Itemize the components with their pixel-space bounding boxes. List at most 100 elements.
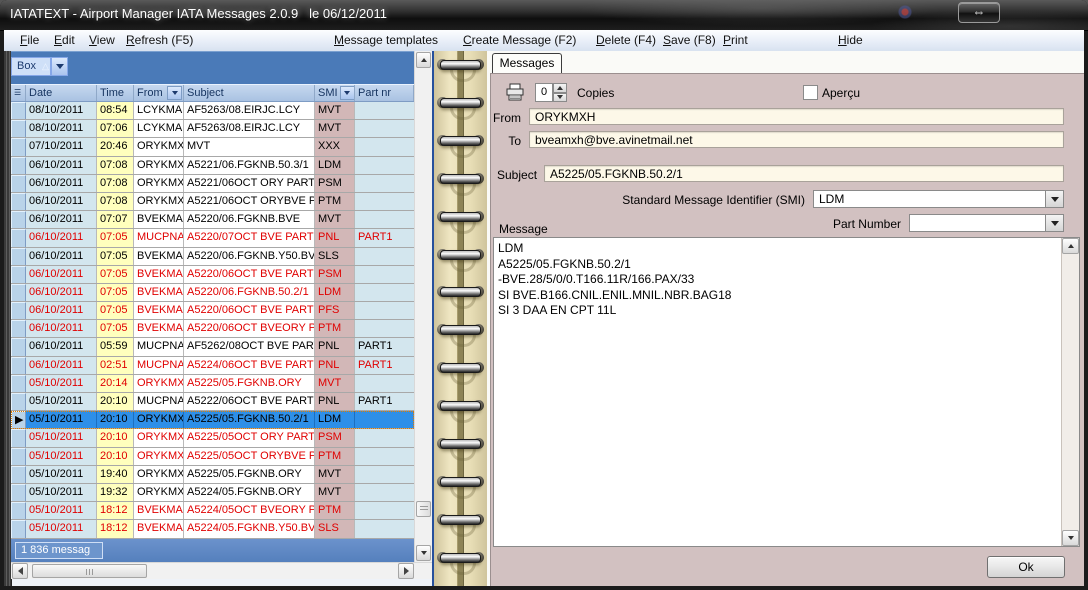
row-selector[interactable] (11, 248, 26, 265)
column-header-time[interactable]: Time (97, 85, 134, 101)
subject-field[interactable]: A5225/05.FGKNB.50.2/1 (544, 165, 1064, 182)
table-row[interactable]: ▶05/10/201120:10ORYKMXA5225/05.FGKNB.50.… (11, 411, 414, 429)
table-row[interactable]: 06/10/201107:05BVEKMAIA5220/06OCT BVEORY… (11, 320, 414, 338)
from-filter-dropdown-button[interactable] (167, 86, 182, 100)
row-selector[interactable] (11, 120, 26, 137)
table-row[interactable]: 06/10/201107:05BVEKMAIA5220/06.FGKNB.50.… (11, 284, 414, 302)
row-selector[interactable] (11, 375, 26, 392)
message-scroll-down-button[interactable] (1062, 530, 1079, 546)
row-selector[interactable] (11, 448, 26, 465)
menu-item-refresh-f5[interactable]: Refresh (F5) (126, 33, 193, 47)
vertical-scroll-thumb[interactable] (416, 501, 431, 517)
row-selector[interactable] (11, 138, 26, 155)
table-row[interactable]: 08/10/201108:54LCYKMAFAF5263/08.EIRJC.LC… (11, 102, 414, 120)
row-selector[interactable] (11, 357, 26, 374)
horizontal-scroll-thumb[interactable] (32, 564, 147, 578)
header-icon-cell[interactable]: ☰ (11, 85, 26, 101)
row-selector[interactable] (11, 175, 26, 192)
scroll-right-button[interactable] (398, 563, 414, 579)
message-body-text[interactable]: LDM A5225/05.FGKNB.50.2/1 -BVE.28/5/0/0.… (498, 241, 1059, 544)
row-selector[interactable] (11, 211, 26, 228)
column-header-date[interactable]: Date (26, 85, 97, 101)
resize-button[interactable]: ⇔ (958, 2, 1000, 23)
table-row[interactable]: 06/10/201107:05BVEKMAIA5220/06.FGKNB.Y50… (11, 248, 414, 266)
menu-item-save-f8[interactable]: Save (F8) (663, 33, 716, 47)
box-filter-combo[interactable]: Box △ (11, 57, 68, 76)
from-field[interactable]: ORYKMXH (529, 108, 1064, 125)
horizontal-scrollbar[interactable] (11, 562, 432, 579)
table-row[interactable]: 06/10/201107:08ORYKMXA5221/06.FGKNB.50.3… (11, 157, 414, 175)
row-selector[interactable] (11, 157, 26, 174)
table-row[interactable]: 06/10/201105:59MUCPNAAF5262/08OCT BVE PA… (11, 338, 414, 356)
table-row[interactable]: 05/10/201120:10ORYKMXA5225/05OCT ORY PAR… (11, 429, 414, 447)
table-row[interactable]: 06/10/201107:05MUCPNAA5220/07OCT BVE PAR… (11, 229, 414, 247)
menu-item-print[interactable]: Print (723, 33, 748, 47)
copies-increment-button[interactable] (553, 83, 567, 93)
row-selector[interactable]: ▶ (11, 411, 26, 428)
row-selector[interactable] (11, 102, 26, 119)
apercu-checkbox[interactable] (803, 85, 818, 100)
table-row[interactable]: 06/10/201107:07BVEKMAIA5220/06.FGKNB.BVE… (11, 211, 414, 229)
copies-spinner[interactable]: 0 (535, 83, 567, 102)
row-selector[interactable] (11, 502, 26, 519)
title-bar[interactable]: IATATEXT - Airport Manager IATA Messages… (0, 0, 1088, 31)
vertical-scrollbar[interactable] (414, 51, 432, 562)
scroll-down-button[interactable] (416, 545, 431, 561)
row-selector[interactable] (11, 338, 26, 355)
scroll-up-button[interactable] (416, 52, 431, 68)
table-row[interactable]: 05/10/201119:40ORYKMXA5225/05.FGKNB.ORYM… (11, 466, 414, 484)
column-header-from[interactable]: From (134, 85, 184, 101)
column-header-part-nr[interactable]: Part nr (355, 85, 414, 101)
table-row[interactable]: 05/10/201120:10MUCPNAA5222/06OCT BVE PAR… (11, 393, 414, 411)
column-header-smi[interactable]: SMI (315, 85, 355, 101)
table-row[interactable]: 06/10/201107:05BVEKMAIA5220/06OCT BVE PA… (11, 302, 414, 320)
scroll-left-button[interactable] (12, 563, 28, 579)
table-row[interactable]: 06/10/201107:08ORYKMXA5221/06OCT ORYBVE … (11, 193, 414, 211)
smi-filter-dropdown-button[interactable] (340, 86, 355, 100)
menu-item-hide[interactable]: Hide (838, 33, 863, 47)
ok-button[interactable]: Ok (987, 556, 1065, 578)
row-selector[interactable] (11, 193, 26, 210)
row-selector[interactable] (11, 484, 26, 501)
table-row[interactable]: 05/10/201120:10ORYKMXA5225/05OCT ORYBVE … (11, 448, 414, 466)
message-scrollbar[interactable] (1061, 238, 1079, 546)
message-scroll-up-button[interactable] (1062, 238, 1079, 254)
table-row[interactable]: 05/10/201120:14ORYKMXA5225/05.FGKNB.ORYM… (11, 375, 414, 393)
box-filter-dropdown-button[interactable] (51, 57, 68, 76)
part-number-dropdown-button[interactable] (1045, 215, 1063, 231)
row-selector[interactable] (11, 520, 26, 537)
menu-item-message-templates[interactable]: Message templates (334, 33, 438, 47)
row-selector[interactable] (11, 466, 26, 483)
table-row[interactable]: 06/10/201102:51MUCPNAA5224/06OCT BVE PAR… (11, 357, 414, 375)
cell-part-nr (355, 157, 414, 174)
table-row[interactable]: 05/10/201119:32ORYKMXA5224/05.FGKNB.ORYM… (11, 484, 414, 502)
table-row[interactable]: 06/10/201107:05BVEKMAIA5220/06OCT BVE PA… (11, 266, 414, 284)
table-row[interactable]: 07/10/201120:46ORYKMXMVTXXX (11, 138, 414, 156)
menu-item-create-message-f2[interactable]: Create Message (F2) (463, 33, 576, 47)
to-field[interactable]: bveamxh@bve.avinetmail.net (529, 131, 1064, 148)
row-selector[interactable] (11, 302, 26, 319)
smi-dropdown-button[interactable] (1045, 191, 1063, 207)
row-selector[interactable] (11, 320, 26, 337)
row-selector[interactable] (11, 393, 26, 410)
table-row[interactable]: 05/10/201118:12BVEKMAIA5224/05OCT BVEORY… (11, 502, 414, 520)
row-selector[interactable] (11, 429, 26, 446)
column-header-subject[interactable]: Subject (184, 85, 315, 101)
menu-item-delete-f4[interactable]: Delete (F4) (596, 33, 656, 47)
copies-decrement-button[interactable] (553, 93, 567, 103)
table-row[interactable]: 08/10/201107:06LCYKMAFAF5263/08.EIRJC.LC… (11, 120, 414, 138)
smi-combobox[interactable]: LDM (813, 190, 1064, 208)
row-selector[interactable] (11, 284, 26, 301)
menu-item-file[interactable]: File (20, 33, 39, 47)
row-selector[interactable] (11, 229, 26, 246)
printer-icon[interactable] (505, 83, 525, 101)
menu-item-view[interactable]: View (89, 33, 115, 47)
menu-item-edit[interactable]: Edit (54, 33, 75, 47)
arrow-up-icon (1068, 244, 1074, 248)
table-row[interactable]: 06/10/201107:08ORYKMXA5221/06OCT ORY PAR… (11, 175, 414, 193)
tab-messages[interactable]: Messages (492, 53, 562, 74)
copies-value[interactable]: 0 (535, 83, 553, 102)
table-row[interactable]: 05/10/201118:12BVEKMAIA5224/05.FGKNB.Y50… (11, 520, 414, 538)
row-selector[interactable] (11, 266, 26, 283)
part-number-combobox[interactable] (909, 214, 1064, 232)
